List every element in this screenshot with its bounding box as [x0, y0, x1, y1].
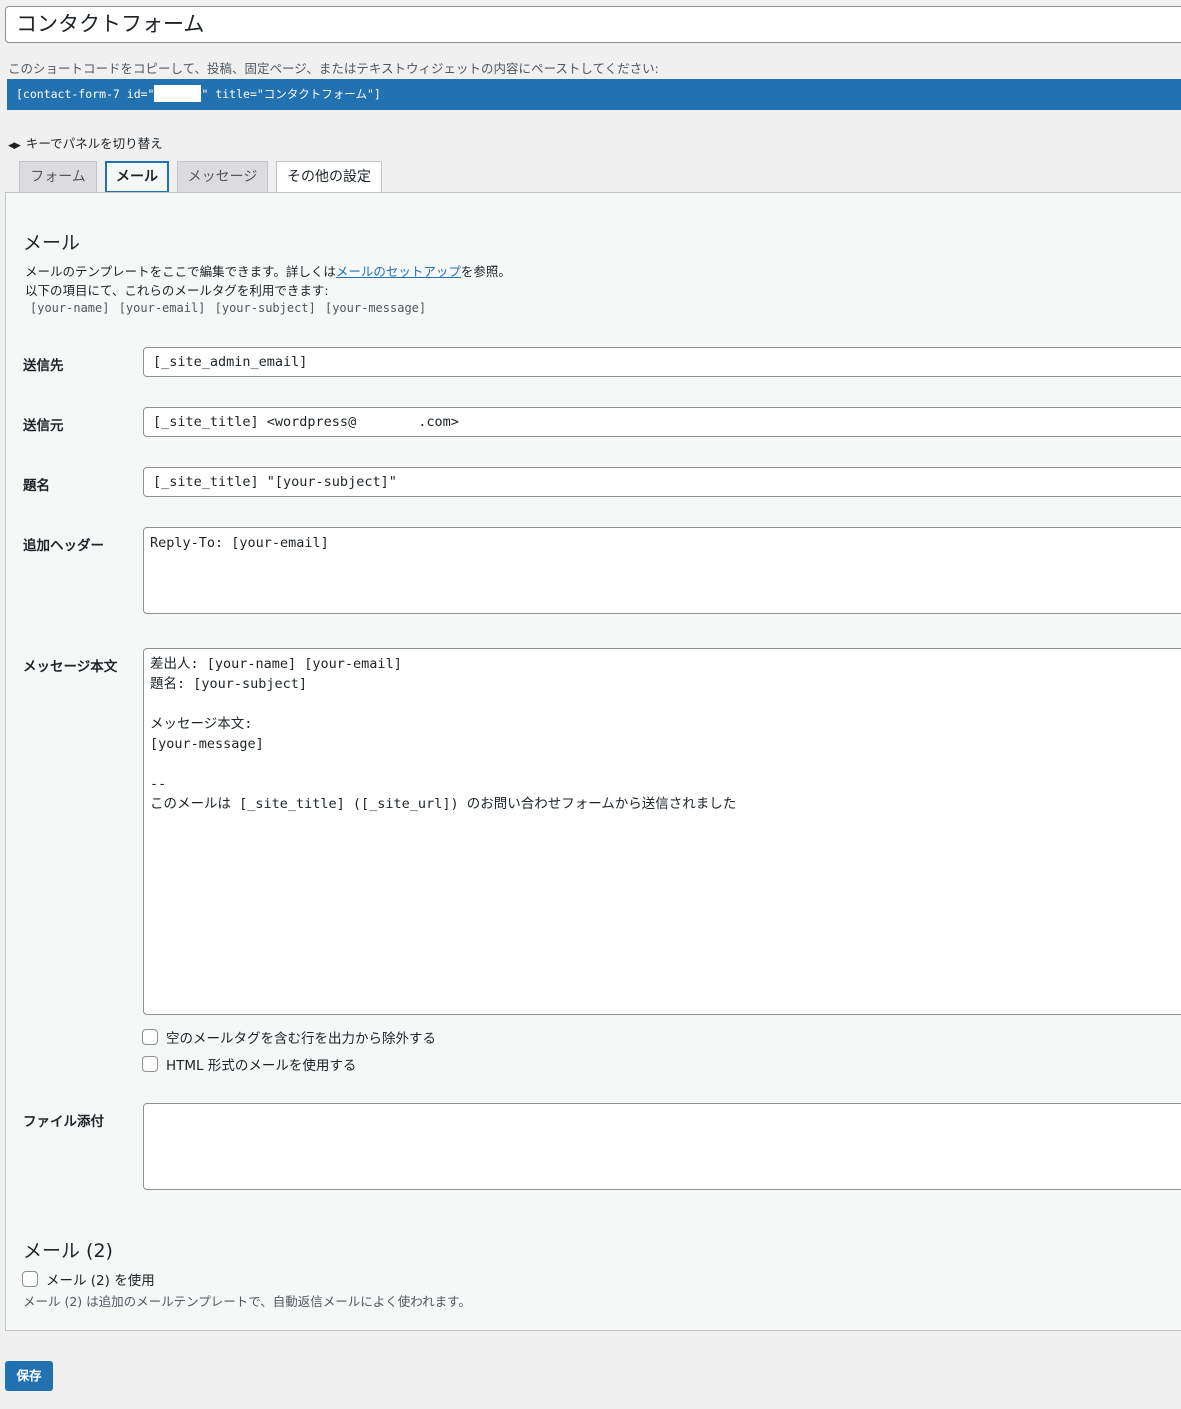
tab-additional-settings[interactable]: その他の設定 [276, 161, 382, 193]
use-mail2-checkbox[interactable] [22, 1271, 38, 1287]
tab-form[interactable]: フォーム [19, 161, 97, 193]
additional-headers-label: 追加ヘッダー [23, 538, 104, 554]
redacted-domain [356, 415, 419, 429]
additional-headers-textarea[interactable]: Reply-To: [your-email] [143, 527, 1181, 614]
mail-setup-link[interactable]: メールのセットアップ [336, 264, 461, 279]
use-html-option[interactable]: HTML 形式のメールを使用する [142, 1054, 356, 1074]
tab-mail[interactable]: メール [105, 161, 169, 193]
exclude-blank-option[interactable]: 空のメールタグを含む行を出力から除外する [142, 1027, 436, 1047]
exclude-blank-checkbox[interactable] [142, 1029, 158, 1045]
message-body-textarea[interactable]: 差出人: [your-name] [your-email] 題名: [your-… [143, 648, 1181, 1015]
mail2-description: メール (2) は追加のメールテンプレートで、自動返信メールによく使われます。 [23, 1294, 471, 1309]
form-title-input[interactable]: コンタクトフォーム [5, 6, 1181, 43]
mail-description: メールのテンプレートをここで編集できます。詳しくはメールのセットアップを参照。 [25, 264, 511, 279]
keyboard-hint: ◀▶ キーでパネルを切り替え [8, 136, 163, 151]
subject-label: 題名 [23, 478, 50, 494]
shortcode-prefix: [contact-form-7 id=" [16, 87, 155, 101]
from-label: 送信元 [23, 418, 64, 434]
shortcode-instructions: このショートコードをコピーして、投稿、固定ページ、またはテキストウィジェットの内… [8, 61, 659, 76]
use-html-checkbox[interactable] [142, 1056, 158, 1072]
save-button[interactable]: 保存 [5, 1361, 53, 1391]
shortcode-display[interactable]: [contact-form-7 id=" " title="コンタクトフォーム"] [7, 79, 1181, 110]
to-label: 送信先 [23, 358, 64, 374]
arrow-keys-icon: ◀▶ [8, 141, 21, 151]
from-field[interactable]: [_site_title] <wordpress@ .com> [143, 407, 1181, 437]
mail2-heading: メール (2) [23, 1240, 113, 1262]
message-body-label: メッセージ本文 [23, 659, 118, 675]
file-attachments-textarea[interactable] [143, 1103, 1181, 1190]
use-mail2-option[interactable]: メール (2) を使用 [22, 1269, 155, 1289]
subject-field[interactable]: [_site_title] "[your-subject]" [143, 467, 1181, 497]
mail-tags-list: [your-name] [your-email] [your-subject] … [30, 301, 427, 315]
shortcode-suffix: " title="コンタクトフォーム"] [201, 87, 381, 101]
redacted-id [154, 85, 202, 102]
to-field[interactable]: [_site_admin_email] [143, 347, 1181, 377]
tab-messages[interactable]: メッセージ [177, 161, 268, 193]
file-attachments-label: ファイル添付 [23, 1114, 104, 1130]
mail-heading: メール [23, 232, 81, 254]
mail-tags-intro: 以下の項目にて、これらのメールタグを利用できます: [25, 283, 329, 298]
